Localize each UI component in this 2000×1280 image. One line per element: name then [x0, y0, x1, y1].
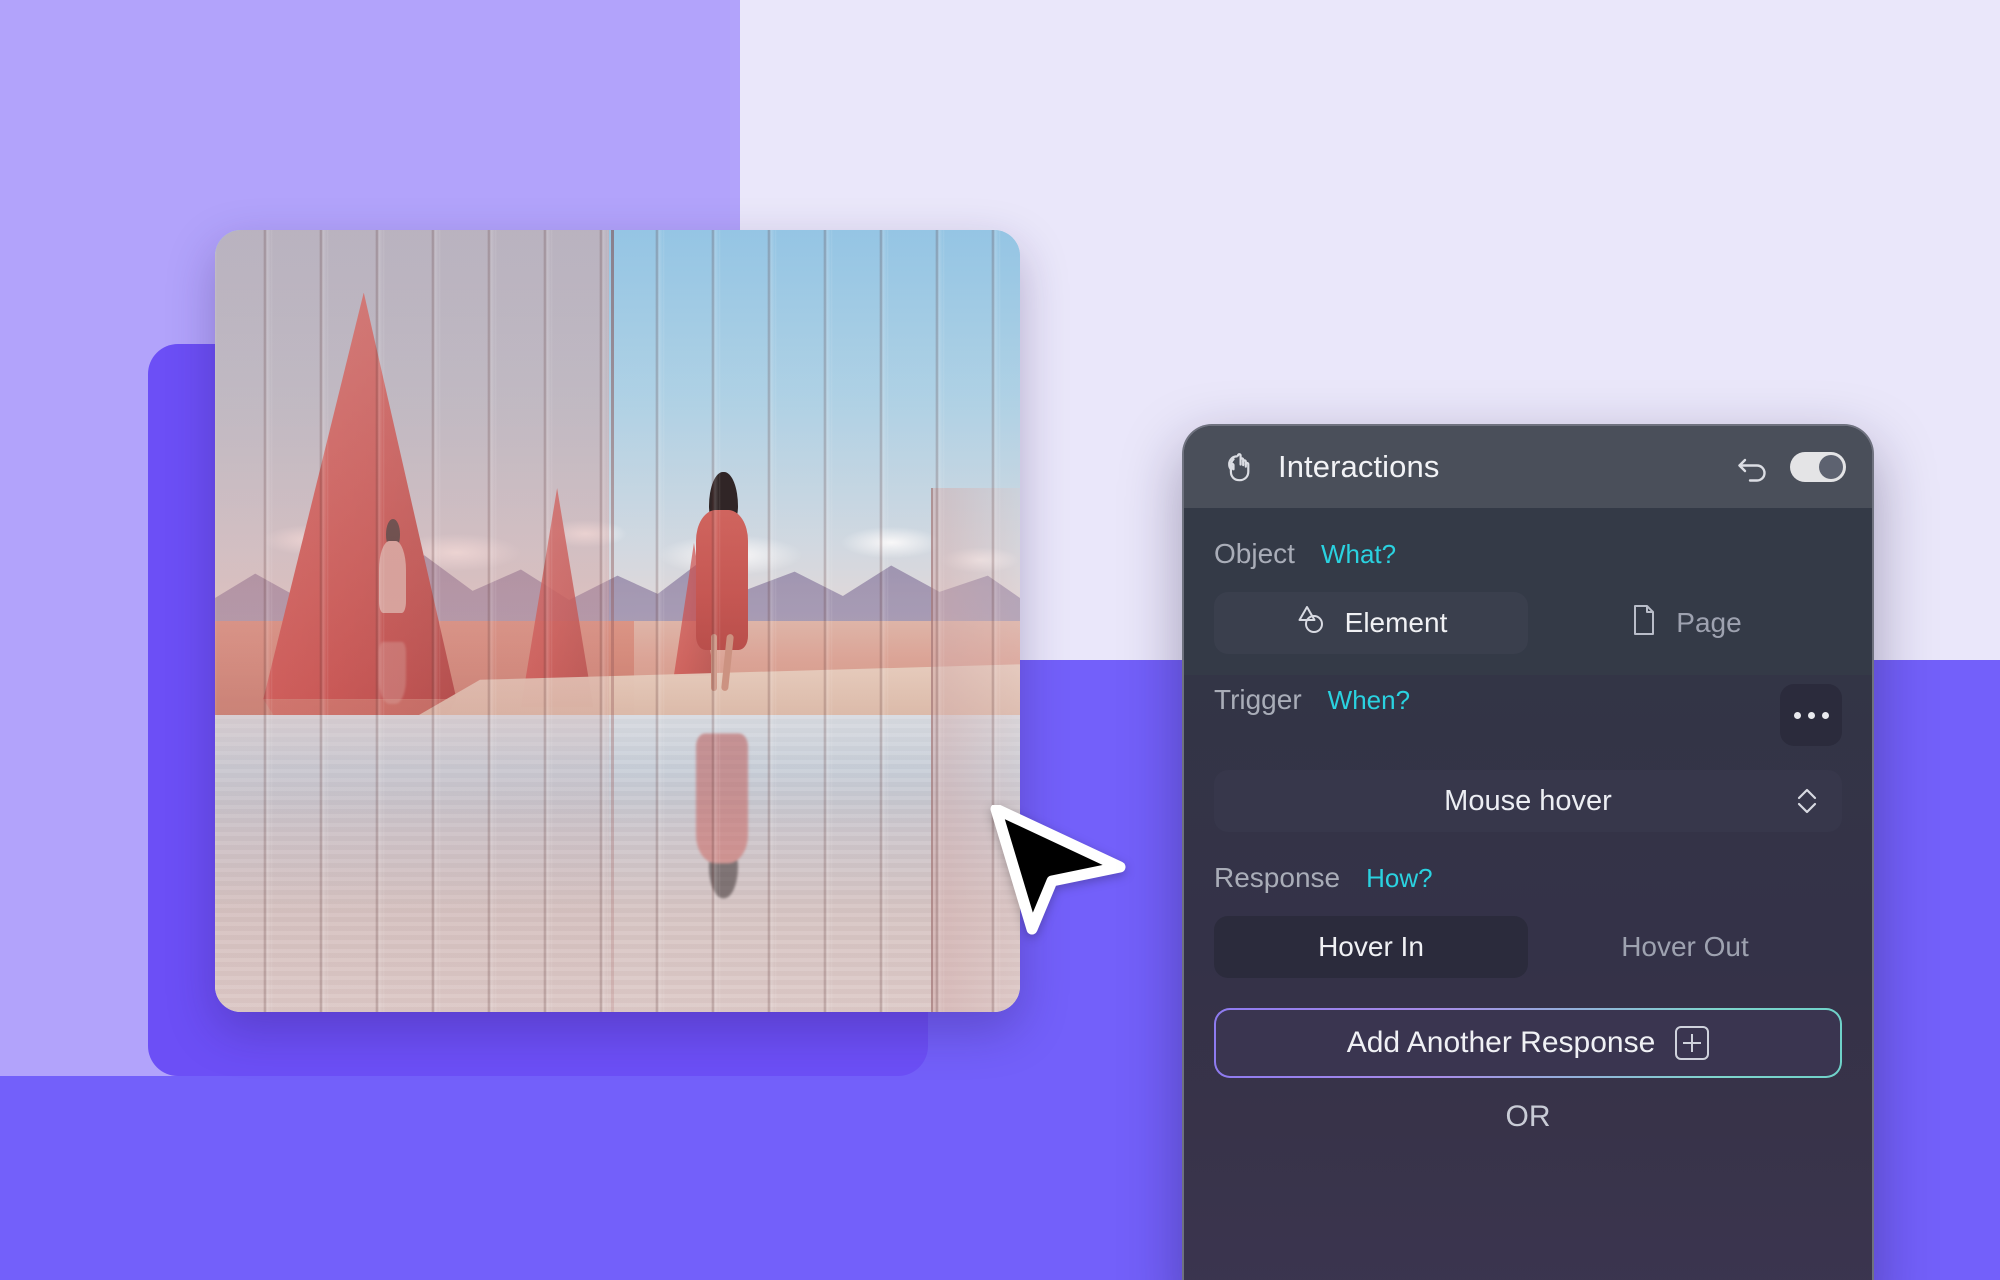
response-options: Hover In Hover Out [1214, 916, 1842, 978]
background-violet-bottom-left [0, 1076, 740, 1280]
arrow-cursor [988, 803, 1128, 935]
response-hint[interactable]: How? [1366, 863, 1432, 894]
object-options: Element Page [1214, 592, 1842, 654]
trigger-select-value: Mouse hover [1444, 784, 1612, 817]
screenshot-stage: Interactions Object What? Element Page T… [0, 0, 2000, 1280]
object-hint[interactable]: What? [1321, 539, 1396, 570]
photo-card[interactable] [215, 230, 1020, 1012]
response-option-hover-in[interactable]: Hover In [1214, 916, 1528, 978]
object-section-header: Object What? [1214, 508, 1842, 570]
panel-body: Object What? Element Page Trigger When? … [1184, 508, 1872, 1280]
toggle-knob [1819, 455, 1843, 479]
interactions-panel: Interactions Object What? Element Page T… [1182, 424, 1874, 1280]
object-option-element-label: Element [1344, 607, 1448, 638]
response-label: Response [1214, 862, 1341, 893]
panel-header: Interactions [1184, 426, 1872, 508]
add-another-response-label: Add Another Response [1346, 1026, 1656, 1059]
photo-mirror-seams [215, 230, 1020, 1012]
or-divider-label: OR [1505, 1100, 1551, 1133]
photo-image [215, 230, 1020, 1012]
trigger-select[interactable]: Mouse hover [1214, 770, 1842, 832]
object-label: Object [1214, 538, 1295, 569]
trigger-label: Trigger [1214, 684, 1302, 715]
trigger-hint[interactable]: When? [1328, 685, 1410, 716]
response-option-hover-in-label: Hover In [1318, 931, 1424, 962]
interactions-toggle[interactable] [1790, 452, 1846, 482]
object-option-page[interactable]: Page [1528, 592, 1842, 654]
chevron-up-down-icon [1794, 784, 1820, 818]
response-option-hover-out[interactable]: Hover Out [1528, 916, 1842, 978]
undo-arrow-icon[interactable] [1730, 444, 1776, 490]
shapes-icon [1295, 603, 1329, 644]
document-icon [1628, 603, 1660, 644]
panel-title: Interactions [1278, 449, 1440, 484]
add-another-response-button[interactable]: Add Another Response [1214, 1008, 1842, 1078]
plus-square-icon [1675, 1026, 1710, 1060]
object-option-element[interactable]: Element [1214, 592, 1528, 654]
object-option-page-label: Page [1676, 607, 1742, 638]
pointing-hand-icon [1216, 444, 1262, 490]
response-option-hover-out-label: Hover Out [1621, 931, 1749, 962]
response-section-header: Response How? [1214, 832, 1842, 894]
ellipsis-icon[interactable] [1780, 684, 1842, 746]
trigger-section-header: Trigger When? [1214, 654, 1842, 746]
